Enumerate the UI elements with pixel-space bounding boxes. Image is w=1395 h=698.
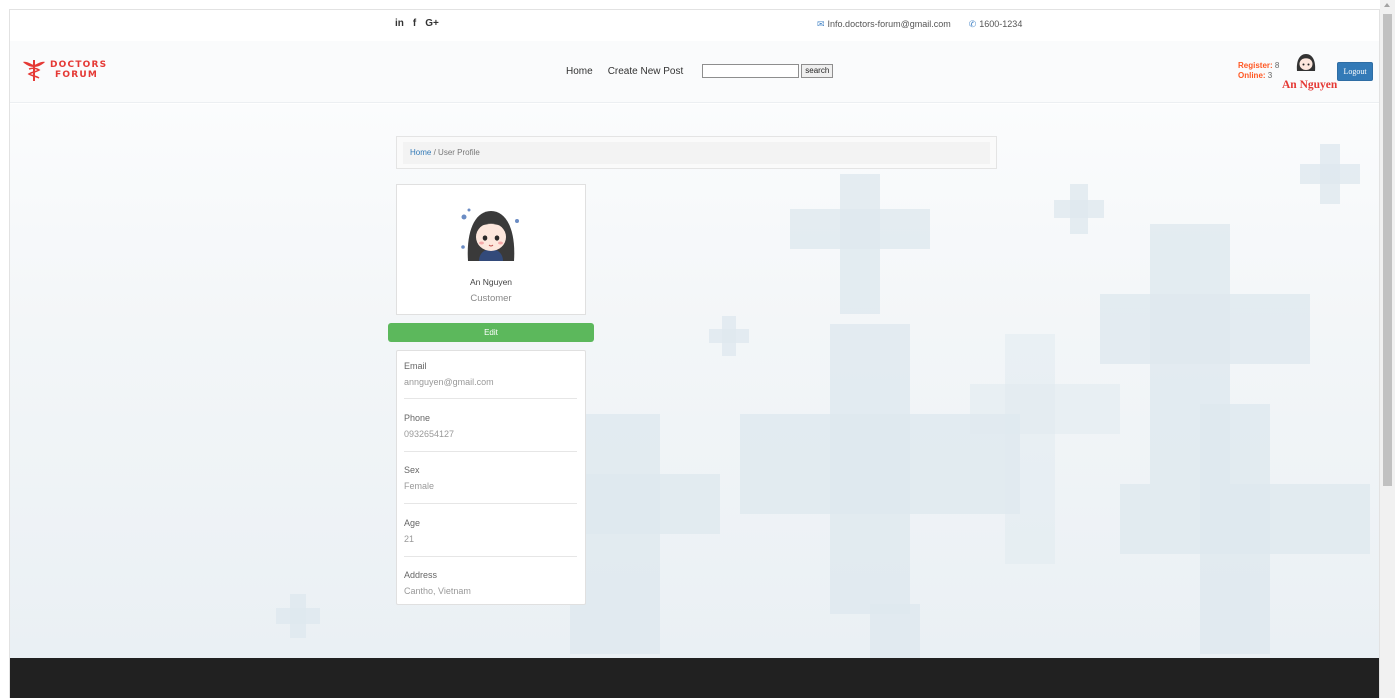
logo-text: DOCTORS FORUM: [50, 60, 107, 80]
breadcrumb-bar: Home / User Profile: [403, 142, 990, 164]
profile-avatar: [461, 208, 519, 261]
info-row-address: Address Cantho, Vietnam: [404, 570, 577, 597]
page: in f G+ ✉ Info.doctors-forum@gmail.com ✆ 1…: [9, 9, 1380, 698]
main-nav: Home Create New Post search: [566, 64, 834, 78]
breadcrumb-current: User Profile: [438, 148, 480, 157]
profile-info-card: Email annguyen@gmail.com Phone 093265412…: [396, 350, 586, 605]
address-label: Address: [404, 570, 438, 580]
page-scrollbar[interactable]: [1380, 0, 1395, 698]
contact-email-text: Info.doctors-forum@gmail.com: [827, 19, 951, 29]
info-row-sex: Sex Female: [404, 465, 577, 492]
breadcrumb-home-link[interactable]: Home: [410, 148, 431, 157]
contact-phone: ✆ 1600-1234: [969, 19, 1023, 30]
logout-button[interactable]: Logout: [1337, 62, 1373, 81]
sex-label: Sex: [404, 465, 420, 475]
header-username[interactable]: An Nguyen: [1282, 79, 1337, 91]
site-header: DOCTORS FORUM Home Create New Post searc…: [10, 41, 1379, 103]
site-logo[interactable]: DOCTORS FORUM: [22, 58, 107, 82]
nav-create-post[interactable]: Create New Post: [608, 66, 684, 77]
search-button[interactable]: search: [801, 64, 834, 78]
envelope-icon: ✉: [817, 19, 825, 29]
address-value: Cantho, Vietnam: [404, 586, 471, 596]
contact-info: ✉ Info.doctors-forum@gmail.com ✆ 1600-1234: [817, 19, 1022, 30]
breadcrumb: Home / User Profile: [396, 136, 997, 169]
email-label: Email: [404, 361, 427, 371]
nav-home[interactable]: Home: [566, 66, 593, 77]
profile-role: Customer: [470, 293, 512, 304]
caduceus-logo-icon: [23, 60, 45, 81]
scroll-up-arrow-icon[interactable]: [1384, 3, 1390, 7]
sex-value: Female: [404, 481, 435, 491]
online-label: Online:: [1238, 71, 1266, 80]
header-avatar[interactable]: [1295, 52, 1317, 72]
breadcrumb-separator: /: [433, 148, 436, 157]
phone-label: Phone: [404, 413, 431, 423]
contact-phone-text: 1600-1234: [979, 19, 1023, 29]
info-row-phone: Phone 0932654127: [404, 413, 577, 440]
profile-name: An Nguyen: [469, 277, 513, 287]
logo-text-line1: DOCTORS: [50, 60, 108, 70]
register-label: Register:: [1238, 61, 1273, 70]
search-input[interactable]: [702, 64, 800, 78]
facebook-icon[interactable]: f: [413, 18, 416, 29]
info-row-email: Email annguyen@gmail.com: [404, 361, 577, 388]
age-value: 21: [404, 534, 415, 544]
edit-profile-button[interactable]: Edit: [388, 323, 594, 342]
scrollbar-thumb[interactable]: [1383, 14, 1392, 486]
linkedin-icon[interactable]: in: [395, 18, 404, 29]
background-pattern: [10, 104, 1379, 658]
social-links: in f G+: [395, 18, 439, 29]
divider: [404, 556, 577, 557]
logo-text-line2: FORUM: [55, 70, 98, 80]
phone-icon: ✆: [968, 19, 977, 29]
divider: [404, 503, 577, 504]
divider: [404, 451, 577, 452]
contact-email: ✉ Info.doctors-forum@gmail.com: [817, 19, 951, 30]
phone-value: 0932654127: [404, 429, 455, 439]
online-count: Online: 3: [1238, 71, 1279, 81]
online-value: 3: [1267, 71, 1273, 80]
profile-card: An Nguyen Customer: [396, 184, 586, 315]
info-row-age: Age 21: [404, 518, 577, 545]
age-label: Age: [404, 518, 421, 528]
forum-stats: Register: 8 Online: 3: [1238, 61, 1279, 81]
email-value: annguyen@gmail.com: [404, 377, 494, 387]
register-count: Register: 8: [1238, 61, 1279, 71]
divider: [404, 398, 577, 399]
top-bar: in f G+ ✉ Info.doctors-forum@gmail.com ✆ 1…: [10, 10, 1379, 41]
register-value: 8: [1274, 61, 1280, 70]
footer: [10, 658, 1379, 698]
google-plus-icon[interactable]: G+: [425, 18, 439, 29]
